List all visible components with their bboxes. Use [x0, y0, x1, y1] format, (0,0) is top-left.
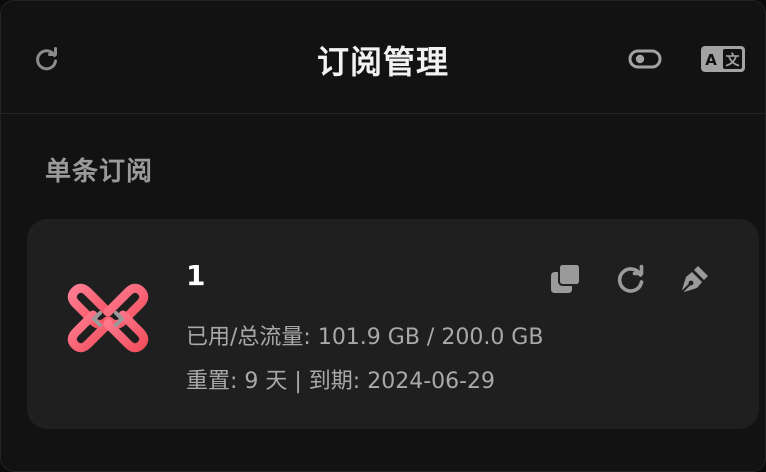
subscription-logo [67, 277, 149, 359]
traffic-usage: 已用/总流量: 101.9 GB / 200.0 GB [186, 325, 544, 350]
top-bar: 订阅管理 A 文 [1, 1, 765, 114]
refresh-icon [617, 264, 644, 293]
toggle-icon [628, 49, 662, 69]
edit-button[interactable] [675, 259, 715, 299]
app-window: 订阅管理 A 文 单条订阅 1 已用/总流量: 101.9 GB / 200.0… [0, 0, 766, 472]
subscription-card[interactable]: 1 已用/总流量: 101.9 GB / 200.0 GB 重置: 9 天 | … [27, 219, 759, 429]
subscription-name: 1 [186, 259, 206, 292]
theme-toggle-button[interactable] [625, 44, 665, 74]
edit-icon [682, 266, 708, 292]
translate-icon: A 文 [701, 46, 745, 72]
update-subscription-button[interactable] [611, 259, 651, 299]
translate-glyph-b: 文 [726, 52, 741, 69]
section-title: 单条订阅 [45, 157, 154, 187]
reset-expiry-info: 重置: 9 天 | 到期: 2024-06-29 [186, 369, 496, 394]
translate-glyph-a: A [705, 51, 717, 69]
language-button[interactable]: A 文 [699, 42, 747, 76]
logo-icon [67, 283, 149, 353]
copy-button[interactable] [546, 259, 586, 299]
copy-icon [551, 263, 581, 293]
